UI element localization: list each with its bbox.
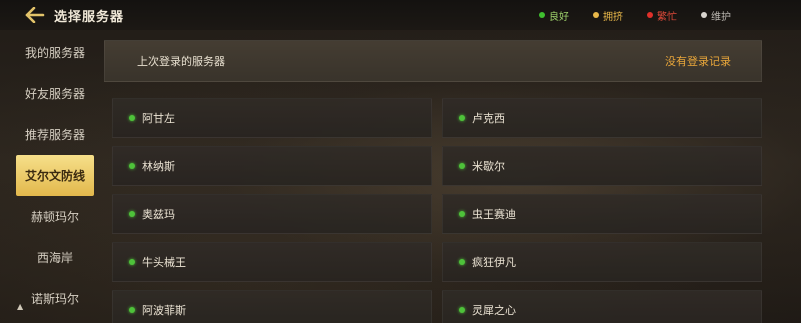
legend-busy: 繁忙 (647, 8, 677, 23)
server-name: 阿波菲斯 (142, 304, 186, 317)
server-name: 牛头械王 (142, 256, 186, 269)
server-row: 阿甘左 卢克西 (112, 98, 762, 138)
server-name: 疯狂伊凡 (472, 256, 516, 269)
sidebar-item-northmyre[interactable]: ▲ 诺斯玛尔 (14, 278, 96, 319)
server-row: 阿波菲斯 灵犀之心 (112, 290, 762, 323)
server-row: 牛头械王 疯狂伊凡 (112, 242, 762, 282)
status-good-icon (459, 211, 465, 217)
legend-good-label: 良好 (549, 11, 569, 23)
sidebar-item-label: 诺斯玛尔 (30, 292, 79, 306)
server-item[interactable]: 林纳斯 (112, 146, 432, 186)
sidebar-item-hendon-myre[interactable]: 赫顿玛尔 (14, 196, 96, 237)
server-item[interactable]: 虫王赛迪 (442, 194, 762, 234)
legend-good: 良好 (539, 8, 569, 23)
legend-maintenance: 维护 (701, 8, 731, 23)
server-name: 阿甘左 (142, 112, 175, 125)
server-item[interactable]: 疯狂伊凡 (442, 242, 762, 282)
server-item[interactable]: 阿波菲斯 (112, 290, 432, 323)
sidebar-item-recommended-servers[interactable]: 推荐服务器 (14, 114, 96, 155)
server-item[interactable]: 阿甘左 (112, 98, 432, 138)
top-bar: 选择服务器 良好 拥挤 繁忙 维护 (0, 0, 801, 30)
server-name: 林纳斯 (142, 160, 175, 173)
status-good-icon (459, 259, 465, 265)
sidebar-item-west-coast[interactable]: 西海岸 (14, 237, 96, 278)
legend-busy-label: 繁忙 (657, 11, 677, 23)
sidebar-item-elvenguard[interactable]: 艾尔文防线 (16, 155, 94, 196)
sidebar-item-label: 西海岸 (36, 251, 73, 265)
legend-crowded-label: 拥挤 (603, 11, 623, 23)
server-name: 灵犀之心 (472, 304, 516, 317)
server-item[interactable]: 米歇尔 (442, 146, 762, 186)
status-crowded-icon (593, 12, 599, 18)
status-busy-icon (647, 12, 653, 18)
sidebar-item-my-servers[interactable]: 我的服务器 (14, 32, 96, 73)
back-button[interactable] (24, 4, 46, 26)
status-maintenance-icon (701, 12, 707, 18)
server-item[interactable]: 牛头械王 (112, 242, 432, 282)
sidebar-item-label: 赫顿玛尔 (30, 210, 79, 224)
sidebar-item-label: 好友服务器 (24, 87, 85, 101)
status-good-icon (129, 211, 135, 217)
sidebar-item-label: 推荐服务器 (24, 128, 85, 142)
sidebar-item-label: 艾尔文防线 (24, 169, 85, 183)
status-good-icon (129, 115, 135, 121)
sidebar-item-label: 我的服务器 (24, 46, 85, 60)
last-login-label: 上次登录的服务器 (137, 55, 225, 68)
status-good-icon (459, 307, 465, 313)
server-name: 卢克西 (472, 112, 505, 125)
back-arrow-icon (25, 7, 45, 23)
server-name: 虫王赛迪 (472, 208, 516, 221)
status-good-icon (539, 12, 545, 18)
status-good-icon (129, 259, 135, 265)
server-list: 阿甘左 卢克西 林纳斯 米歇尔 奥兹玛 虫王赛迪 牛头械王 疯狂伊凡 阿波菲斯 … (112, 98, 762, 323)
status-good-icon (129, 307, 135, 313)
page-title: 选择服务器 (54, 9, 125, 25)
scroll-indicator-icon: ▲ (17, 302, 24, 311)
no-login-record: 没有登录记录 (665, 55, 731, 68)
status-good-icon (459, 115, 465, 121)
legend-maintenance-label: 维护 (711, 11, 731, 23)
server-item[interactable]: 卢克西 (442, 98, 762, 138)
server-item[interactable]: 灵犀之心 (442, 290, 762, 323)
status-legend: 良好 拥挤 繁忙 维护 (539, 0, 731, 30)
server-name: 米歇尔 (472, 160, 505, 173)
server-row: 林纳斯 米歇尔 (112, 146, 762, 186)
server-item[interactable]: 奥兹玛 (112, 194, 432, 234)
last-login-panel: 上次登录的服务器 没有登录记录 (104, 40, 762, 82)
region-sidebar: 我的服务器 好友服务器 推荐服务器 艾尔文防线 赫顿玛尔 西海岸 ▲ 诺斯玛尔 (14, 32, 96, 319)
legend-crowded: 拥挤 (593, 8, 623, 23)
status-good-icon (129, 163, 135, 169)
status-good-icon (459, 163, 465, 169)
server-row: 奥兹玛 虫王赛迪 (112, 194, 762, 234)
sidebar-item-friend-servers[interactable]: 好友服务器 (14, 73, 96, 114)
server-name: 奥兹玛 (142, 208, 175, 221)
